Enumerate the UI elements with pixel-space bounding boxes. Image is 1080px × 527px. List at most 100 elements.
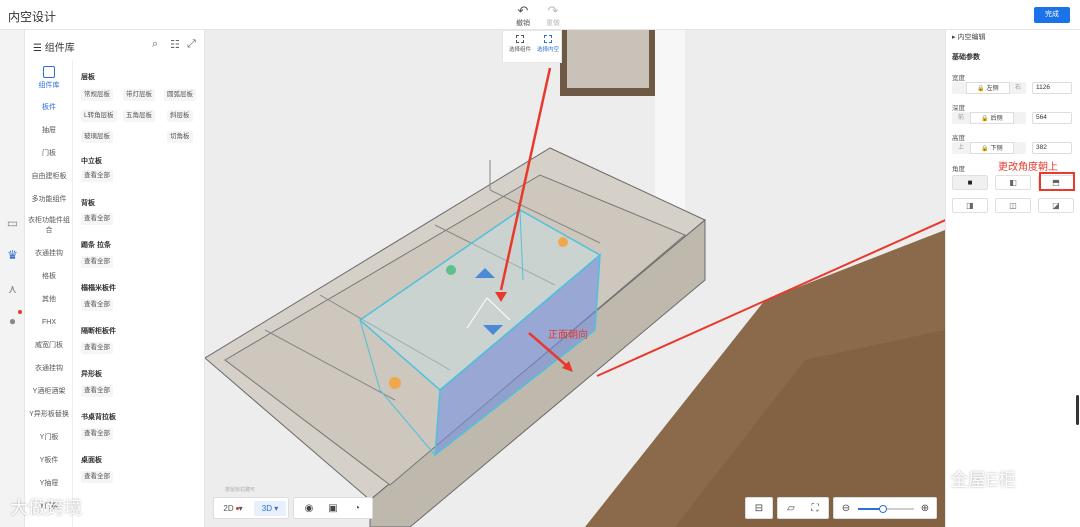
component-chip[interactable]: L转角层板 [81, 110, 117, 122]
view-2d-toggle[interactable]: 2D ▾ [218, 501, 248, 516]
direction-handle-left [446, 265, 456, 275]
category-main[interactable]: 组件库 [25, 66, 73, 90]
category-item[interactable]: 衣通挂钩 [25, 364, 73, 374]
category-item[interactable]: 格板 [25, 272, 73, 282]
height-label: 高度 [952, 135, 965, 142]
filter-icon[interactable]: ☷ [170, 38, 180, 51]
select-component-tool[interactable]: 选择组件 [506, 35, 534, 53]
component-chip[interactable]: 切角板 [167, 131, 193, 143]
eye-icon[interactable]: ◉ [302, 502, 316, 516]
angle-front-button[interactable]: ■ [952, 175, 988, 190]
height-anchor-option[interactable]: 上 [952, 142, 970, 154]
height-anchor-bottom[interactable]: 🔒 下侧 [970, 142, 1014, 154]
measure-icon[interactable]: ⊟ [752, 502, 766, 516]
category-item[interactable]: Y门板 [25, 433, 73, 443]
tree-icon[interactable]: ⋏ [5, 282, 20, 297]
depth-anchor-option[interactable] [1014, 112, 1026, 124]
camera-icon[interactable]: ▱ [784, 502, 798, 516]
category-item[interactable]: Y酒柜酒架 [25, 387, 73, 397]
view-2d-label: 2D [223, 504, 234, 513]
depth-anchor-option[interactable]: 前 [952, 112, 970, 124]
undo-label: 撤销 [516, 20, 530, 27]
angle-right-button[interactable]: ◫ [995, 198, 1031, 213]
component-chip[interactable]: 常规层板 [81, 89, 113, 101]
view-all-chip[interactable]: 查看全部 [81, 471, 113, 483]
zoom-in-icon[interactable]: ⊕ [918, 502, 932, 516]
zoom-out-icon[interactable]: ⊖ [839, 502, 853, 516]
undo-button[interactable]: ↶ 撤销 [508, 4, 538, 28]
select-inner-space-tool[interactable]: 选择内空 [534, 35, 562, 53]
depth-anchor-back[interactable]: 🔒 后侧 [970, 112, 1014, 124]
view-3d-label: 3D [261, 504, 272, 513]
view-all-chip[interactable]: 查看全部 [81, 170, 113, 182]
fit-icon[interactable]: ⛶ [808, 502, 822, 516]
redo-button[interactable]: ↷ 重做 [538, 4, 568, 28]
annotation-change-angle: 更改角度朝上 [998, 162, 1058, 173]
expand-icon[interactable]: ⤢ [187, 38, 196, 51]
direction-handle-corner [389, 377, 401, 389]
height-input[interactable]: 382 [1032, 142, 1072, 154]
category-item[interactable]: FHX [25, 318, 73, 328]
height-anchor-selector: 上 🔒 下侧 [952, 142, 1026, 154]
zoom-slider[interactable] [858, 505, 914, 513]
view-all-chip[interactable]: 查看全部 [81, 385, 113, 397]
height-anchor-option[interactable] [1014, 142, 1026, 154]
category-item[interactable]: 抽屉 [25, 126, 73, 136]
width-input[interactable]: 1126 [1032, 82, 1072, 94]
category-item[interactable]: Y板件 [25, 456, 73, 466]
component-chip[interactable]: 斜层板 [167, 110, 193, 122]
component-chip[interactable]: 五角层板 [123, 110, 155, 122]
annotation-highlight-box [1039, 172, 1075, 191]
component-chip[interactable]: 圆弧层板 [164, 89, 196, 101]
component-chip[interactable]: 玻璃层板 [81, 131, 113, 143]
angle-bottom-button[interactable]: ◪ [1038, 198, 1074, 213]
scene-canvas[interactable] [205, 30, 945, 527]
notification-dot [18, 310, 22, 314]
3d-viewport[interactable]: 选择组件 选择内空 正面朝向 按鼠标右键可 2D ▾ 3D ▾ ◉ ▣ ◔ ⊟ ▱… [205, 30, 945, 527]
category-item[interactable]: 门板 [25, 149, 73, 159]
depth-anchor-back-label: 后侧 [990, 116, 1003, 122]
width-anchor-left[interactable]: 🔒 左侧 [966, 82, 1010, 94]
angle-label: 角度 [952, 166, 965, 173]
compass-icon[interactable]: ◔ [350, 502, 364, 516]
section-title: 隔断柜板件 [81, 328, 116, 335]
category-item[interactable]: 其他 [25, 295, 73, 305]
view-all-chip[interactable]: 查看全部 [81, 213, 113, 225]
annotation-front-facing: 正面朝向 [548, 330, 588, 341]
user-icon[interactable]: ● [5, 314, 20, 329]
category-item[interactable]: 自由建柜板 [25, 172, 73, 182]
category-item[interactable]: 衣通挂钩 [25, 249, 73, 259]
component-library-panel: ☰ 组件库 ⌕ ☷ ⤢ 组件库 板件 抽屉 门板 自由建柜板 多功能组件 衣柜功… [25, 30, 205, 527]
width-anchor-option[interactable] [952, 82, 966, 94]
view-all-chip[interactable]: 查看全部 [81, 299, 113, 311]
app-title: 内空设计 [8, 10, 57, 24]
category-item[interactable]: 多功能组件 [25, 195, 73, 205]
view-all-chip[interactable]: 查看全部 [81, 342, 113, 354]
view-all-chip[interactable]: 查看全部 [81, 256, 113, 268]
category-item[interactable]: Y异形板替换 [25, 410, 73, 420]
view-all-chip[interactable]: 查看全部 [81, 428, 113, 440]
search-icon[interactable]: ⌕ [152, 38, 158, 51]
cube-icon[interactable]: ▣ [326, 502, 340, 516]
view-3d-toggle[interactable]: 3D ▾ [254, 501, 286, 516]
undo-icon: ↶ [517, 3, 529, 18]
category-item[interactable]: 威宽门板 [25, 341, 73, 351]
direction-handle-right [558, 237, 568, 247]
zoom-slider-handle[interactable] [879, 505, 888, 513]
props-scrollbar[interactable] [1076, 395, 1079, 425]
category-item[interactable]: 衣柜功能件组合 [25, 216, 73, 236]
props-title: ▸ 内空编辑 [952, 34, 986, 41]
depth-input[interactable]: 564 [1032, 112, 1072, 124]
library-header: ☰ 组件库 ⌕ ☷ ⤢ [25, 30, 205, 60]
width-anchor-option[interactable]: 右 [1010, 82, 1026, 94]
angle-side-button[interactable]: ◧ [995, 175, 1031, 190]
section-title: 榻榻米板件 [81, 285, 116, 292]
width-label: 宽度 [952, 75, 965, 82]
cabinet-icon[interactable]: ▭ [5, 216, 20, 231]
angle-left-button[interactable]: ◨ [952, 198, 988, 213]
crown-icon[interactable]: ♛ [5, 248, 20, 263]
category-item[interactable]: 板件 [25, 103, 73, 113]
category-item[interactable]: Y抽屉 [25, 479, 73, 489]
component-chip[interactable]: 带灯层板 [123, 89, 155, 101]
done-button[interactable]: 完成 [1034, 7, 1070, 23]
